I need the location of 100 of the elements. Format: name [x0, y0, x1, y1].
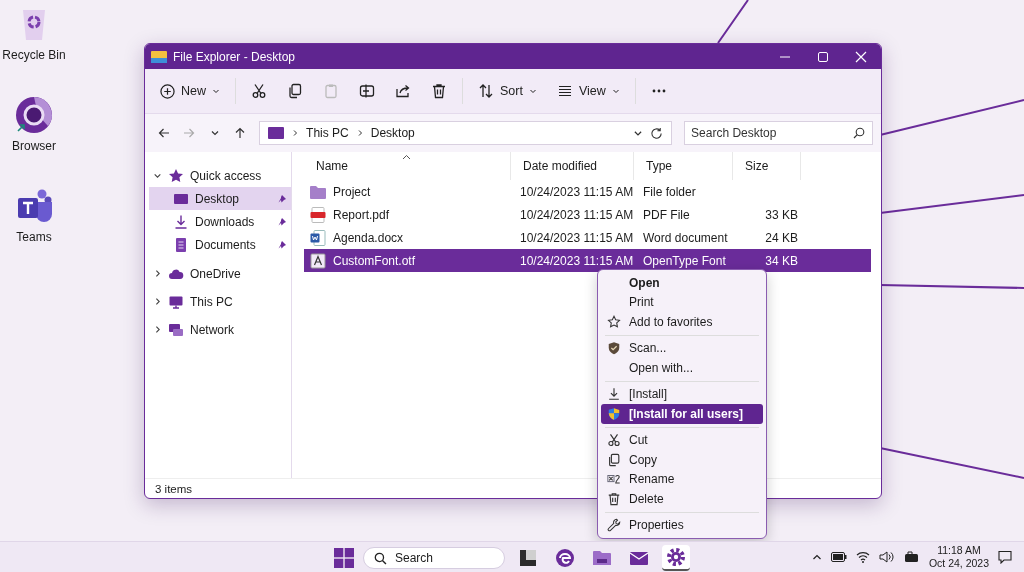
arrow-right-icon [183, 127, 196, 139]
chevron-down-icon[interactable] [633, 128, 644, 138]
column-header[interactable]: Size [733, 152, 801, 180]
browser-icon[interactable] [14, 95, 54, 135]
breadcrumb-item[interactable]: This PC [306, 126, 349, 140]
table-cell: File folder [643, 184, 696, 199]
wrench-icon [607, 518, 621, 533]
chevron-down-icon[interactable] [153, 171, 162, 180]
browser-app-icon [554, 547, 576, 569]
table-cell: 33 KB [765, 207, 798, 222]
word-file-icon [309, 228, 327, 247]
table-cell: 10/24/2023 11:15 AM [520, 207, 634, 222]
arrow-left-icon [157, 127, 170, 139]
lines-icon [556, 83, 573, 99]
download-icon [607, 387, 621, 402]
table-cell: Word document [643, 230, 728, 245]
file-name: CustomFont.otf [333, 253, 416, 268]
menu-item[interactable]: [Install] [601, 384, 763, 404]
star-icon [607, 314, 621, 329]
view-button[interactable]: View [549, 78, 627, 104]
notification-icon[interactable] [998, 550, 1012, 564]
desktop-icon-label[interactable]: Recycle Bin [2, 48, 66, 62]
close-button[interactable] [855, 50, 867, 63]
menu-item[interactable]: Scan... [601, 338, 763, 358]
clock-date[interactable]: Oct 24, 2023 [928, 557, 989, 570]
taskbar-app[interactable] [662, 545, 690, 571]
sidebar-item[interactable]: Documents [149, 233, 291, 256]
clock-time[interactable]: 11:18 AM [937, 544, 981, 557]
desktop-icon-label[interactable]: Browser [12, 139, 56, 153]
search-icon [853, 127, 866, 139]
menu-item[interactable]: Add to favorites [601, 312, 763, 332]
column-header[interactable]: Date modified [511, 152, 634, 180]
scissors-icon [607, 433, 621, 448]
file-row[interactable]: Report.pdf 10/24/2023 11:15 AM PDF File 33 KB [304, 203, 871, 226]
breadcrumb-item[interactable]: Desktop [370, 126, 415, 140]
menu-item[interactable]: [Install for all users] [601, 404, 763, 424]
menu-item[interactable]: Open [601, 273, 763, 293]
taskbar-search[interactable]: Search [363, 547, 505, 569]
rename-icon [359, 83, 375, 99]
chevron-right-icon[interactable] [153, 297, 162, 306]
search-icon [374, 551, 387, 565]
trash-icon [607, 491, 621, 506]
desktop-icon [268, 127, 285, 139]
chevron-right-icon[interactable] [153, 269, 162, 278]
file-name: Report.pdf [333, 207, 390, 222]
file-row[interactable]: Project 10/24/2023 11:15 AM File folder [304, 180, 871, 203]
plus-icon [160, 83, 175, 99]
desktop-icon-label[interactable]: Teams [16, 230, 52, 244]
sidebar-item[interactable]: OneDrive [149, 262, 291, 285]
menu-item[interactable]: Rename [601, 469, 763, 489]
table-cell: 10/24/2023 11:15 AM [520, 253, 634, 268]
battery-icon[interactable] [830, 552, 847, 562]
chevron-right-icon[interactable] [153, 325, 162, 334]
gear-app-icon [665, 546, 687, 568]
file-row[interactable]: Agenda.docx 10/24/2023 11:15 AM Word document 24 KB [304, 226, 871, 249]
wifi-icon[interactable] [855, 551, 870, 563]
menu-item[interactable]: Open with... [601, 358, 763, 378]
clipboard-icon [323, 83, 339, 99]
file-name: Agenda.docx [333, 230, 404, 245]
share-icon [395, 83, 411, 99]
sort-icon [478, 83, 494, 99]
sidebar-item[interactable]: Downloads [149, 210, 291, 233]
refresh-icon[interactable] [650, 126, 664, 140]
pdf-file-icon [309, 205, 327, 224]
address-bar[interactable]: This PC Desktop [259, 121, 673, 145]
table-cell: 10/24/2023 11:15 AM [520, 184, 634, 199]
table-cell: OpenType Font [643, 253, 726, 268]
sort-button[interactable]: Sort [471, 78, 544, 104]
speaker-icon[interactable] [878, 551, 895, 563]
sidebar-item[interactable]: Quick access [149, 164, 291, 187]
rename-icon [607, 472, 621, 487]
search-field[interactable]: Search Desktop [684, 121, 874, 145]
file-name: Project [333, 184, 371, 199]
menu-item[interactable]: Delete [601, 489, 763, 509]
table-cell: 10/24/2023 11:15 AM [520, 230, 634, 245]
start-button[interactable] [334, 548, 354, 568]
sidebar-item[interactable]: Desktop [149, 187, 291, 210]
column-header[interactable]: Name [304, 152, 511, 180]
window-title: File Explorer - Desktop [173, 49, 296, 64]
table-cell: 24 KB [765, 230, 798, 245]
chevron-down-icon [212, 87, 220, 95]
download-icon [173, 213, 189, 230]
sidebar-item[interactable]: Network [149, 318, 291, 341]
document-icon [173, 236, 189, 253]
column-header[interactable]: Type [634, 152, 733, 180]
menu-item[interactable]: Properties [601, 515, 763, 535]
folder-icon [151, 49, 167, 64]
chevron-up-icon[interactable] [811, 552, 822, 562]
new-button[interactable]: New [153, 78, 227, 104]
table-cell: PDF File [643, 207, 690, 222]
battery-icon[interactable] [903, 551, 920, 563]
file-row[interactable]: CustomFont.otf 10/24/2023 11:15 AM OpenType Font 34 KB [304, 249, 871, 272]
scissors-icon [251, 83, 267, 99]
maximize-button[interactable] [817, 50, 829, 63]
copy-icon [607, 452, 621, 467]
menu-item[interactable]: Cut [601, 430, 763, 450]
menu-item[interactable]: Copy [601, 450, 763, 470]
sidebar-item[interactable]: This PC [149, 290, 291, 313]
table-cell: 34 KB [765, 253, 798, 268]
menu-item[interactable]: Print [601, 292, 763, 312]
